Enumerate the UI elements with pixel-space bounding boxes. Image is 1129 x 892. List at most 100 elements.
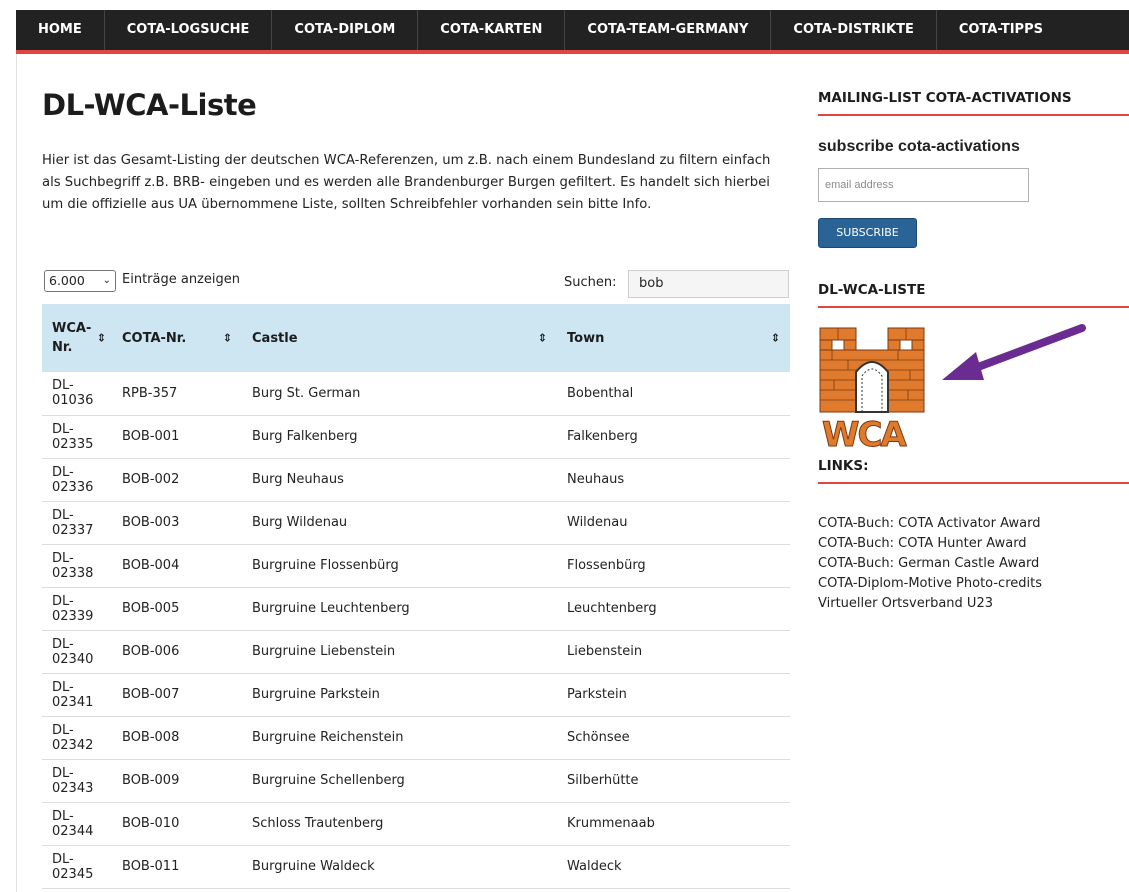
table-row: DL-02341 BOB-007 Burgruine Parkstein Parkst…: [42, 673, 790, 717]
cell-wca-nr: DL-01036: [42, 372, 112, 416]
table-row: DL-02345 BOB-011 Burgruine Waldeck Waldeck: [42, 845, 790, 889]
column-header-label: WCA-Nr.: [52, 321, 92, 355]
cell-wca-nr: DL-02338: [42, 544, 112, 588]
search-label: Suchen:: [564, 275, 617, 290]
table-row: DL-02338 BOB-004 Burgruine Flossenbürg Flos…: [42, 544, 790, 588]
main-content: DL-WCA-Liste Hier ist das Gesamt-Listing…: [42, 88, 792, 889]
sort-both-icon: ⇕: [222, 331, 232, 345]
search-input[interactable]: bob: [628, 270, 789, 298]
table-row: DL-02344 BOB-010 Schloss Trautenberg Krumme…: [42, 802, 790, 846]
nav-home[interactable]: HOME: [16, 10, 105, 50]
table-body: DL-01036 RPB-357 Burg St. German Bobenthal D…: [42, 372, 790, 889]
nav-cota-team-germany[interactable]: COTA-TEAM-GERMANY: [565, 10, 772, 50]
nav-cota-karten[interactable]: COTA-KARTEN: [418, 10, 566, 50]
sort-both-icon: ⇕: [770, 331, 780, 345]
wca-table: WCA-Nr. ⇕ COTA-Nr. ⇕ Castle ⇕ Town ⇕ DL-…: [42, 304, 790, 889]
cell-castle: Burgruine Reichenstein: [242, 716, 557, 760]
cell-cota-nr: BOB-004: [112, 544, 242, 588]
links-list: COTA-Buch: COTA Activator Award COTA-Buc…: [818, 514, 1129, 614]
column-header-label: COTA-Nr.: [122, 330, 187, 346]
wca-list-title: DL-WCA-LISTE: [818, 282, 1129, 308]
link-german-castle-award[interactable]: COTA-Buch: German Castle Award: [818, 554, 1129, 574]
entries-length-select[interactable]: 6.000 ⌄: [44, 270, 116, 292]
nav-cota-diplom[interactable]: COTA-DIPLOM: [272, 10, 419, 50]
cell-wca-nr: DL-02342: [42, 716, 112, 760]
cell-wca-nr: DL-02337: [42, 501, 112, 545]
cell-town: Neuhaus: [557, 458, 790, 502]
cell-castle: Burg St. German: [242, 372, 557, 416]
link-activator-award[interactable]: COTA-Buch: COTA Activator Award: [818, 514, 1129, 534]
cell-town: Schönsee: [557, 716, 790, 760]
sort-both-icon: ⇕: [96, 331, 106, 345]
cell-wca-nr: DL-02335: [42, 415, 112, 459]
column-header-label: Castle: [252, 330, 298, 346]
sort-both-icon: ⇕: [537, 331, 547, 345]
cell-cota-nr: BOB-002: [112, 458, 242, 502]
cell-town: Bobenthal: [557, 372, 790, 416]
wca-logo-text: WCA: [822, 415, 907, 452]
cell-cota-nr: BOB-009: [112, 759, 242, 803]
subscribe-title: subscribe cota-activations: [818, 138, 1020, 155]
cell-cota-nr: RPB-357: [112, 372, 242, 416]
nav-cota-logsuche[interactable]: COTA-LOGSUCHE: [105, 10, 273, 50]
cell-town: Wildenau: [557, 501, 790, 545]
cell-castle: Burg Neuhaus: [242, 458, 557, 502]
links-title: LINKS:: [818, 458, 1129, 484]
link-photo-credits[interactable]: COTA-Diplom-Motive Photo-credits: [818, 574, 1129, 594]
table-row: DL-02340 BOB-006 Burgruine Liebenstein Lieb…: [42, 630, 790, 674]
cell-castle: Burg Falkenberg: [242, 415, 557, 459]
cell-castle: Burgruine Waldeck: [242, 845, 557, 889]
cell-town: Liebenstein: [557, 630, 790, 674]
link-hunter-award[interactable]: COTA-Buch: COTA Hunter Award: [818, 534, 1129, 554]
cell-town: Waldeck: [557, 845, 790, 889]
sidebar: MAILING-LIST COTA-ACTIVATIONS subscribe …: [818, 90, 1129, 614]
mailing-list-title: MAILING-LIST COTA-ACTIVATIONS: [818, 90, 1129, 116]
cell-cota-nr: BOB-008: [112, 716, 242, 760]
column-header-castle[interactable]: Castle ⇕: [242, 304, 557, 372]
nav-cota-tipps[interactable]: COTA-TIPPS: [937, 10, 1065, 50]
cell-cota-nr: BOB-010: [112, 802, 242, 846]
cell-town: Falkenberg: [557, 415, 790, 459]
table-row: DL-02342 BOB-008 Burgruine Reichenstein Sch…: [42, 716, 790, 760]
column-header-town[interactable]: Town ⇕: [557, 304, 790, 372]
cell-town: Parkstein: [557, 673, 790, 717]
subscribe-button[interactable]: SUBSCRIBE: [818, 218, 917, 248]
cell-cota-nr: BOB-005: [112, 587, 242, 631]
chevron-down-icon: ⌄: [102, 275, 111, 286]
table-row: DL-02337 BOB-003 Burg Wildenau Wildenau: [42, 501, 790, 545]
cell-castle: Burgruine Flossenbürg: [242, 544, 557, 588]
cell-wca-nr: DL-02345: [42, 845, 112, 889]
cell-wca-nr: DL-02344: [42, 802, 112, 846]
column-header-wca-nr[interactable]: WCA-Nr. ⇕: [42, 304, 112, 372]
table-row: DL-01036 RPB-357 Burg St. German Bobenthal: [42, 372, 790, 416]
cell-town: Flossenbürg: [557, 544, 790, 588]
cell-castle: Burg Wildenau: [242, 501, 557, 545]
entries-length-value: 6.000: [49, 273, 85, 288]
entries-length-label: Einträge anzeigen: [122, 272, 240, 287]
cell-wca-nr: DL-02339: [42, 587, 112, 631]
cell-wca-nr: DL-02336: [42, 458, 112, 502]
cell-castle: Burgruine Parkstein: [242, 673, 557, 717]
purple-arrow-icon: [942, 324, 1086, 380]
cell-castle: Burgruine Liebenstein: [242, 630, 557, 674]
cell-town: Leuchtenberg: [557, 587, 790, 631]
main-navigation: HOME COTA-LOGSUCHE COTA-DIPLOM COTA-KART…: [16, 10, 1129, 54]
cell-cota-nr: BOB-011: [112, 845, 242, 889]
wca-castle-logo: WCA: [819, 324, 1086, 456]
wca-logo-area[interactable]: WCA: [818, 322, 1129, 456]
cell-castle: Burgruine Schellenberg: [242, 759, 557, 803]
nav-cota-distrikte[interactable]: COTA-DISTRIKTE: [771, 10, 937, 50]
table-row: DL-02343 BOB-009 Burgruine Schellenberg Sil…: [42, 759, 790, 803]
cell-castle: Burgruine Leuchtenberg: [242, 587, 557, 631]
cell-town: Silberhütte: [557, 759, 790, 803]
table-row: DL-02336 BOB-002 Burg Neuhaus Neuhaus: [42, 458, 790, 502]
email-field[interactable]: email address: [818, 168, 1029, 202]
table-controls: 6.000 ⌄ Einträge anzeigen Suchen: bob: [42, 270, 790, 300]
content-border: [16, 54, 17, 892]
cell-cota-nr: BOB-001: [112, 415, 242, 459]
link-ortsverband-u23[interactable]: Virtueller Ortsverband U23: [818, 594, 1129, 614]
column-header-cota-nr[interactable]: COTA-Nr. ⇕: [112, 304, 242, 372]
cell-wca-nr: DL-02340: [42, 630, 112, 674]
cell-castle: Schloss Trautenberg: [242, 802, 557, 846]
cell-wca-nr: DL-02341: [42, 673, 112, 717]
